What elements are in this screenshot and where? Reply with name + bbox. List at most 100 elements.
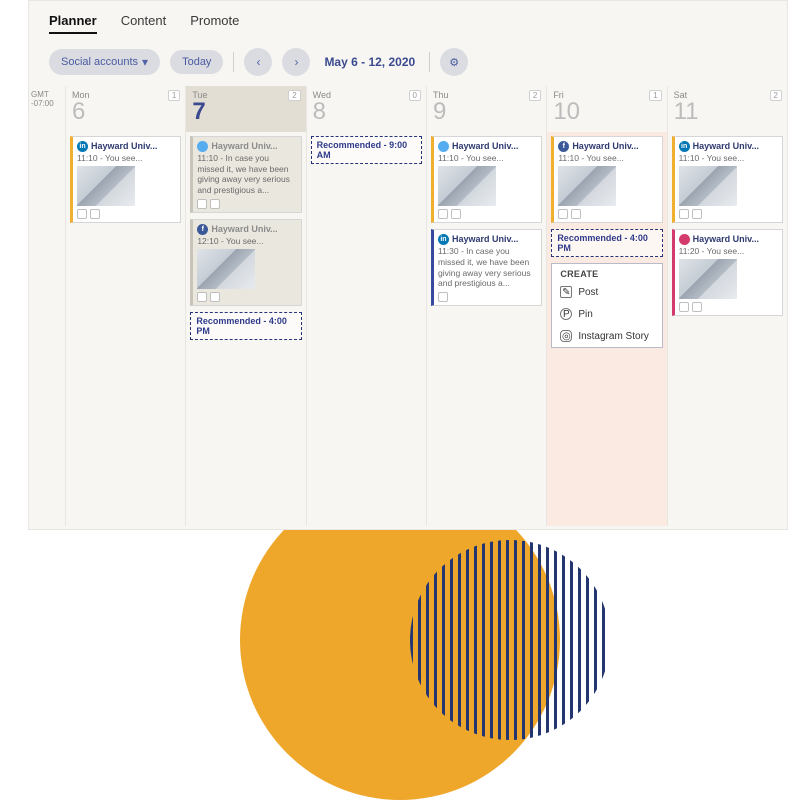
- instagram-icon: ◎: [560, 330, 572, 342]
- post-count-badge: 2: [770, 90, 782, 101]
- post-card[interactable]: Hayward Univ... 11:20 - You see...: [672, 229, 783, 316]
- post-thumbnail: [679, 166, 737, 206]
- media-icon: [210, 199, 220, 209]
- chevron-down-icon: ▾: [142, 55, 148, 69]
- post-card[interactable]: inHayward Univ... 11:30 - In case you mi…: [431, 229, 542, 306]
- card-title: Hayward Univ...: [91, 141, 157, 151]
- recommended-slot[interactable]: Recommended - 9:00 AM: [311, 136, 422, 164]
- prev-week-button[interactable]: ‹: [244, 48, 272, 76]
- day-col-sat: Sat 11 2 inHayward Univ... 11:10 - You s…: [667, 86, 787, 526]
- nav-content[interactable]: Content: [121, 13, 167, 34]
- post-card-past[interactable]: fHayward Univ... 12:10 - You see...: [190, 219, 301, 306]
- social-accounts-label: Social accounts: [61, 56, 138, 68]
- create-popup: CREATE ✎ Post P Pin ◎ Instagram Story: [551, 263, 662, 348]
- calendar-grid: GMT -07:00 Mon 6 1 inHayward Univ... 11:…: [29, 86, 787, 526]
- today-button[interactable]: Today: [170, 50, 223, 74]
- media-icon: [451, 209, 461, 219]
- post-thumbnail: [197, 249, 255, 289]
- create-instagram-story-option[interactable]: ◎ Instagram Story: [552, 325, 661, 347]
- day-number: 9: [433, 100, 540, 124]
- card-title: Hayward Univ...: [693, 141, 759, 151]
- top-nav: Planner Content Promote: [29, 1, 787, 40]
- gmt-label: GMT: [31, 90, 63, 99]
- day-number: 7: [192, 100, 299, 124]
- post-thumbnail: [558, 166, 616, 206]
- card-footer: [438, 292, 537, 302]
- post-count-badge: 2: [288, 90, 300, 101]
- twitter-icon: [438, 141, 449, 152]
- post-thumbnail: [679, 259, 737, 299]
- status-icon: [197, 199, 207, 209]
- card-meta: 11:10 - You see...: [679, 153, 778, 163]
- card-meta: 11:30 - In case you missed it, we have b…: [438, 246, 537, 289]
- card-title: Hayward Univ...: [211, 141, 277, 151]
- settings-button[interactable]: ⚙: [440, 48, 468, 76]
- card-footer: [197, 292, 296, 302]
- post-count-badge: 2: [529, 90, 541, 101]
- nav-planner[interactable]: Planner: [49, 13, 97, 34]
- option-label: Pin: [578, 309, 592, 320]
- day-header: Mon 6 1: [66, 86, 185, 132]
- card-meta: 12:10 - You see...: [197, 236, 296, 246]
- card-meta: 11:10 - In case you missed it, we have b…: [197, 153, 296, 196]
- post-count-badge: 1: [168, 90, 180, 101]
- post-card[interactable]: inHayward Univ... 11:10 - You see...: [70, 136, 181, 223]
- post-thumbnail: [438, 166, 496, 206]
- day-header: Tue 7 2: [186, 86, 305, 132]
- post-card[interactable]: Hayward Univ... 11:10 - You see...: [431, 136, 542, 223]
- card-footer: [197, 199, 296, 209]
- day-of-week: Thu: [433, 90, 540, 100]
- recommended-slot[interactable]: Recommended - 4:00 PM: [190, 312, 301, 340]
- day-body[interactable]: Hayward Univ... 11:10 - You see... inHay…: [427, 132, 546, 526]
- day-number: 11: [674, 100, 781, 124]
- day-of-week: Wed: [313, 90, 420, 100]
- toolbar: Social accounts ▾ Today ‹ › May 6 - 12, …: [29, 40, 787, 86]
- chevron-left-icon: ‹: [256, 55, 260, 69]
- post-count-badge: 0: [409, 90, 421, 101]
- card-title: Hayward Univ...: [211, 224, 277, 234]
- recommended-slot-active[interactable]: Recommended - 4:00 PM: [551, 229, 662, 257]
- date-range: May 6 - 12, 2020: [320, 55, 419, 69]
- next-week-button[interactable]: ›: [282, 48, 310, 76]
- social-accounts-dropdown[interactable]: Social accounts ▾: [49, 49, 160, 75]
- status-icon: [679, 302, 689, 312]
- card-footer: [679, 209, 778, 219]
- create-pin-option[interactable]: P Pin: [552, 303, 661, 325]
- create-post-option[interactable]: ✎ Post: [552, 281, 661, 303]
- card-title: Hayward Univ...: [572, 141, 638, 151]
- nav-promote[interactable]: Promote: [190, 13, 239, 34]
- card-title: Hayward Univ...: [452, 234, 518, 244]
- day-col-thu: Thu 9 2 Hayward Univ... 11:10 - You see.…: [426, 86, 546, 526]
- day-body[interactable]: inHayward Univ... 11:10 - You see...: [66, 132, 185, 526]
- linkedin-icon: in: [438, 234, 449, 245]
- day-col-fri: Fri 10 1 fHayward Univ... 11:10 - You se…: [546, 86, 666, 526]
- day-header: Sat 11 2: [668, 86, 787, 132]
- media-icon: [90, 209, 100, 219]
- post-card[interactable]: fHayward Univ... 11:10 - You see...: [551, 136, 662, 223]
- option-label: Instagram Story: [578, 331, 649, 342]
- linkedin-icon: in: [77, 141, 88, 152]
- card-meta: 11:10 - You see...: [438, 153, 537, 163]
- day-col-mon: Mon 6 1 inHayward Univ... 11:10 - You se…: [65, 86, 185, 526]
- day-body[interactable]: fHayward Univ... 11:10 - You see... Reco…: [547, 132, 666, 526]
- facebook-icon: f: [197, 224, 208, 235]
- card-footer: [679, 302, 778, 312]
- card-meta: 11:10 - You see...: [77, 153, 176, 163]
- card-footer: [558, 209, 657, 219]
- day-body[interactable]: Hayward Univ... 11:10 - In case you miss…: [186, 132, 305, 526]
- status-icon: [679, 209, 689, 219]
- separator: [429, 52, 430, 72]
- timezone-gutter: GMT -07:00: [29, 86, 65, 526]
- option-label: Post: [578, 287, 598, 298]
- popup-header: CREATE: [552, 264, 661, 281]
- media-icon: [692, 302, 702, 312]
- post-card-past[interactable]: Hayward Univ... 11:10 - In case you miss…: [190, 136, 301, 213]
- card-meta: 11:10 - You see...: [558, 153, 657, 163]
- day-header: Thu 9 2: [427, 86, 546, 132]
- day-body[interactable]: inHayward Univ... 11:10 - You see... Hay…: [668, 132, 787, 526]
- card-title: Hayward Univ...: [693, 234, 759, 244]
- post-card[interactable]: inHayward Univ... 11:10 - You see...: [672, 136, 783, 223]
- gmt-offset: -07:00: [31, 99, 63, 108]
- chevron-right-icon: ›: [294, 55, 298, 69]
- day-body[interactable]: Recommended - 9:00 AM: [307, 132, 426, 526]
